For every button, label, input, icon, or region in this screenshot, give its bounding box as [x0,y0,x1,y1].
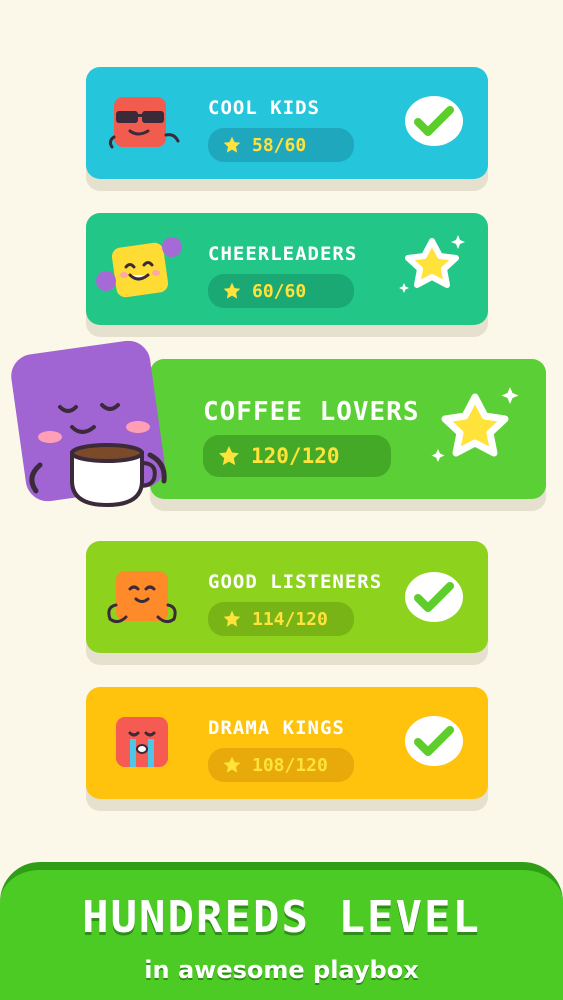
check-icon [405,96,463,146]
level-score: 60/60 [252,280,307,302]
level-score-pill: 120/120 [203,435,391,477]
level-card-good-listeners[interactable]: GOOD LISTENERS 114/120 [86,541,488,653]
level-title: COFFEE LOVERS [203,397,420,427]
level-card-drama-kings[interactable]: DRAMA KINGS 108/120 [86,687,488,799]
promo-banner: HUNDREDS LEVEL in awesome playbox [0,862,563,1000]
cheerleaders-mascot-icon [96,237,182,298]
level-score: 108/120 [252,754,328,776]
level-score-pill: 58/60 [208,128,354,162]
level-score-pill: 114/120 [208,602,354,636]
level-card-coffee-lovers[interactable]: COFFEE LOVERS 120/120 [150,359,546,499]
star-icon [222,135,242,155]
level-title: GOOD LISTENERS [208,571,383,593]
check-icon [405,572,463,622]
level-card-cool-kids[interactable]: COOL KIDS 58/60 [86,67,488,179]
level-title: COOL KIDS [208,97,320,119]
cool-kids-mascot-icon [108,97,180,149]
star-icon [222,281,242,301]
level-score-pill: 60/60 [208,274,354,308]
level-score: 120/120 [251,444,340,468]
level-title: CHEERLEADERS [208,243,358,265]
level-card-cheerleaders[interactable]: CHEERLEADERS 60/60 [86,213,488,325]
check-icon [405,716,463,766]
perfect-star-icon [431,387,519,462]
coffee-lovers-mascot-icon [11,340,167,508]
perfect-star-icon [399,235,465,293]
level-title: DRAMA KINGS [208,717,345,739]
level-score: 58/60 [252,134,307,156]
good-listeners-mascot-icon [107,571,177,624]
level-score: 114/120 [252,608,328,630]
level-score-pill: 108/120 [208,748,354,782]
star-icon [217,444,241,468]
star-icon [222,609,242,629]
banner-headline: HUNDREDS LEVEL [82,892,481,943]
star-icon [222,755,242,775]
banner-subline: in awesome playbox [144,956,419,984]
drama-kings-mascot-icon [116,717,168,767]
